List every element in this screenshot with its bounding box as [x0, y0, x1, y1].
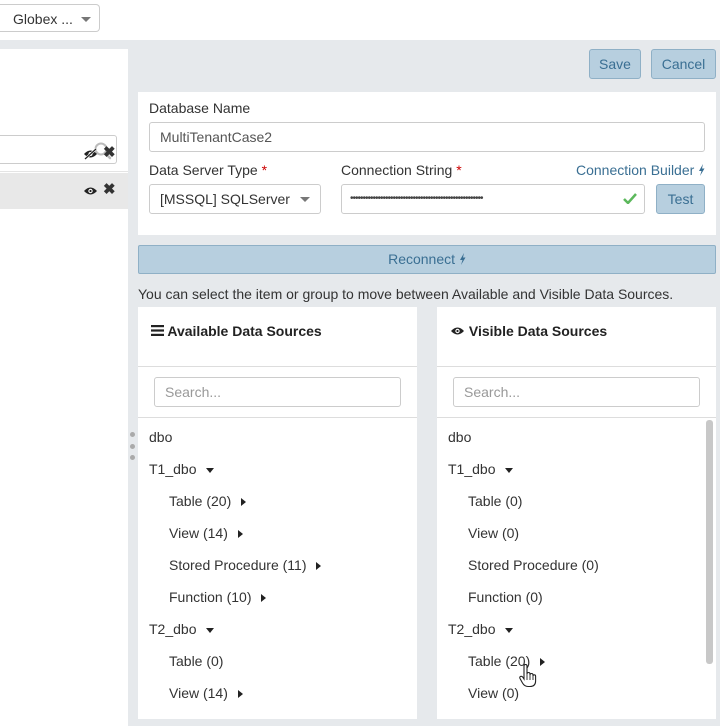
server-type-select[interactable]: [MSSQL] SQLServer [149, 184, 321, 214]
tree-item-function[interactable]: Function (10) [169, 589, 267, 605]
caret-right-icon [241, 498, 247, 507]
top-bar: Globex ... [0, 0, 720, 40]
tree-group-dbo[interactable]: dbo [149, 429, 172, 445]
list-item[interactable]: ✖ [0, 136, 128, 172]
reconnect-button[interactable]: Reconnect [138, 245, 716, 274]
bolt-icon [699, 164, 705, 176]
visible-data-sources-panel: Visible Data Sources Search... dbo T1_db… [437, 307, 716, 719]
caret-right-icon [237, 530, 243, 539]
tree-group-t1-dbo[interactable]: T1_dbo [448, 461, 514, 477]
tree-item-view[interactable]: View (0) [468, 685, 519, 701]
eye-icon[interactable] [83, 185, 98, 197]
tree-item-table[interactable]: Table (0) [468, 493, 522, 509]
caret-down-icon [505, 467, 514, 473]
caret-down-icon [206, 627, 215, 633]
available-search-input[interactable]: Search... [154, 377, 401, 407]
connection-builder-link[interactable]: Connection Builder [576, 162, 705, 178]
left-pane: ✖ ✖ [0, 49, 128, 726]
test-button[interactable]: Test [656, 184, 705, 214]
available-data-sources-panel: Available Data Sources Search... dbo T1_… [138, 307, 417, 719]
tree-item-stored-procedure[interactable]: Stored Procedure (11) [169, 557, 322, 573]
connection-form: Database Name MultiTenantCase2 Data Serv… [138, 92, 716, 235]
tenant-select[interactable]: Globex ... [0, 4, 100, 32]
caret-right-icon [237, 690, 243, 699]
list-icon [151, 325, 164, 336]
chevron-down-icon [300, 197, 310, 202]
caret-right-icon [540, 658, 546, 667]
eye-slash-icon[interactable] [83, 148, 98, 160]
bolt-icon [459, 253, 466, 265]
tree-item-function[interactable]: Function (0) [468, 589, 543, 605]
tree-group-t2-dbo[interactable]: T2_dbo [149, 621, 215, 637]
caret-down-icon [505, 627, 514, 633]
hint-text: You can select the item or group to move… [138, 286, 674, 302]
tree-group-t1-dbo[interactable]: T1_dbo [149, 461, 215, 477]
visible-scrollbar[interactable] [706, 420, 713, 664]
tree-item-table[interactable]: Table (0) [169, 653, 223, 669]
tree-item-view[interactable]: View (14) [169, 685, 243, 701]
visible-title: Visible Data Sources [450, 323, 607, 339]
server-type-label: Data Server Type * [149, 162, 268, 178]
caret-right-icon [316, 562, 322, 571]
check-icon [623, 193, 637, 204]
db-name-label: Database Name [149, 100, 251, 116]
tree-item-stored-procedure[interactable]: Stored Procedure (0) [468, 557, 599, 573]
eye-icon [451, 327, 464, 335]
tree-item-view[interactable]: View (0) [468, 525, 519, 541]
available-title: Available Data Sources [151, 323, 322, 339]
tree-group-dbo[interactable]: dbo [448, 429, 471, 445]
conn-string-label: Connection String * [341, 162, 462, 178]
conn-string-input[interactable]: ••••••••••••••••••••••••••••••••••••••••… [341, 184, 645, 214]
hand-pointer-icon [519, 664, 537, 688]
close-icon[interactable]: ✖ [103, 145, 116, 160]
cancel-button[interactable]: Cancel [651, 49, 716, 79]
save-button[interactable]: Save [589, 49, 641, 79]
db-name-input[interactable]: MultiTenantCase2 [149, 122, 705, 152]
chevron-down-icon [81, 17, 91, 22]
caret-down-icon [206, 467, 215, 473]
visible-search-input[interactable]: Search... [453, 377, 700, 407]
close-icon[interactable]: ✖ [103, 182, 116, 197]
tree-item-view[interactable]: View (14) [169, 525, 243, 541]
tree-item-table[interactable]: Table (20) [169, 493, 247, 509]
caret-right-icon [261, 594, 267, 603]
server-type-value: [MSSQL] SQLServer [160, 191, 290, 207]
tree-group-t2-dbo[interactable]: T2_dbo [448, 621, 514, 637]
tenant-select-label: Globex ... [13, 11, 73, 27]
list-item[interactable]: ✖ [0, 173, 128, 209]
conn-string-value: ••••••••••••••••••••••••••••••••••••••••… [350, 193, 484, 204]
